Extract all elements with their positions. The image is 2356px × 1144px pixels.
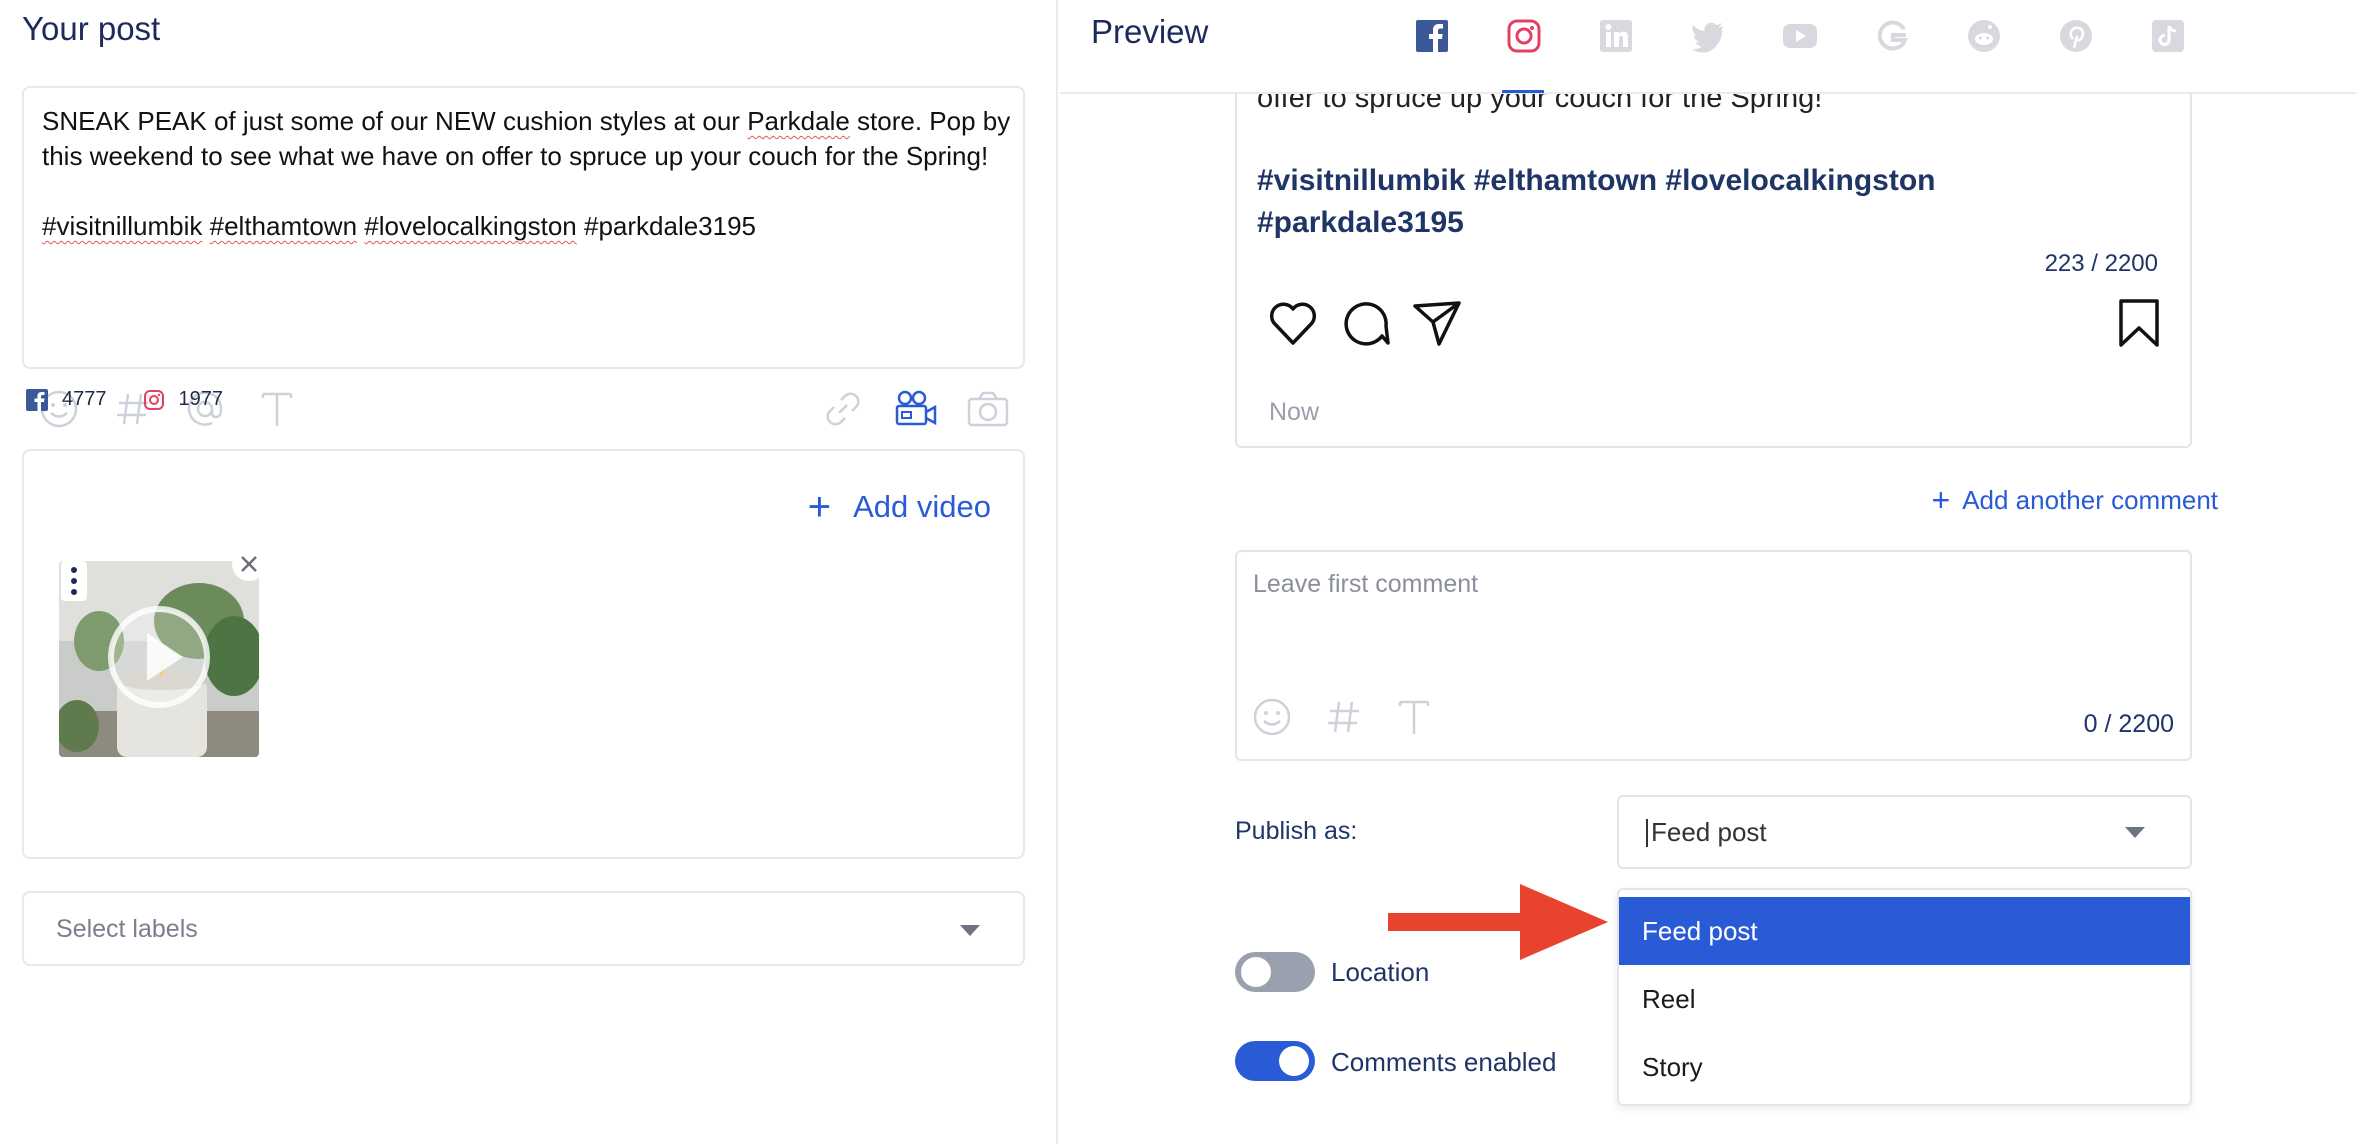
remove-video-button[interactable] — [232, 547, 266, 581]
google-icon[interactable] — [1874, 18, 1910, 54]
location-label: Location — [1331, 957, 1430, 987]
publish-as-value: Feed post — [1646, 817, 1767, 847]
more-vertical-icon — [71, 567, 77, 595]
hashtag: #visitnillumbik — [42, 211, 203, 241]
character-counts: 4777 1977 — [26, 388, 259, 411]
publish-option-story[interactable]: Story — [1619, 1033, 2190, 1101]
comment-icon — [1344, 302, 1390, 346]
panel-title: Your post — [22, 10, 161, 47]
publish-option-feed-post[interactable]: Feed post — [1619, 897, 2190, 965]
post-text[interactable]: SNEAK PEAK of just some of our NEW cushi… — [42, 104, 1012, 244]
text-format-icon[interactable] — [1393, 696, 1435, 738]
chevron-down-icon — [2125, 827, 2145, 838]
labels-select[interactable]: Select labels — [22, 891, 1025, 966]
comments-enabled-label: Comments enabled — [1331, 1047, 1557, 1077]
instagram-icon — [143, 389, 164, 410]
add-video-button[interactable]: + Add video — [808, 487, 991, 527]
youtube-icon[interactable] — [1782, 18, 1818, 54]
instagram-count: 1977 — [178, 388, 224, 410]
plus-icon: + — [1931, 482, 1951, 518]
add-another-comment-button[interactable]: + Add another comment — [1932, 484, 2219, 516]
bookmark-icon — [2119, 299, 2159, 347]
camera-icon[interactable] — [966, 388, 1010, 430]
tiktok-icon[interactable] — [2150, 18, 2186, 54]
thumbnail-menu-button[interactable] — [61, 561, 87, 601]
emoji-icon[interactable] — [1251, 696, 1293, 738]
instagram-post-preview: offer to spruce up your couch for the Sp… — [1235, 40, 2192, 448]
facebook-count: 4777 — [62, 388, 107, 410]
comments-enabled-toggle[interactable] — [1235, 1041, 1315, 1081]
post-timestamp: Now — [1269, 398, 1320, 426]
preview-header: Preview — [1060, 0, 2356, 94]
post-editor-panel: Your post SNEAK PEAK of just some of our… — [0, 0, 1058, 1144]
first-comment-input[interactable]: Leave first comment 0 / 2200 — [1235, 550, 2192, 761]
post-text-editor[interactable]: SNEAK PEAK of just some of our NEW cushi… — [22, 86, 1025, 428]
labels-placeholder: Select labels — [56, 915, 198, 943]
publish-option-reel[interactable]: Reel — [1619, 965, 2190, 1033]
preview-char-count: 223 / 2200 — [2044, 250, 2158, 277]
facebook-icon[interactable] — [1414, 18, 1450, 54]
hashtag: #lovelocalkingston — [364, 211, 577, 241]
hashtag-icon[interactable] — [1323, 696, 1365, 738]
toggle-knob — [1241, 957, 1271, 987]
linkedin-icon[interactable] — [1598, 18, 1634, 54]
preview-panel: offer to spruce up your couch for the Sp… — [1060, 0, 2356, 1144]
link-icon[interactable] — [822, 388, 864, 430]
plus-icon: + — [807, 485, 832, 529]
instagram-icon[interactable] — [1506, 18, 1542, 54]
comment-placeholder: Leave first comment — [1253, 570, 1479, 598]
heart-icon — [1269, 302, 1317, 345]
location-toggle[interactable] — [1235, 952, 1315, 992]
hashtag: #elthamtown — [209, 211, 358, 241]
comment-char-count: 0 / 2200 — [2083, 710, 2174, 738]
active-network-indicator — [1502, 90, 1544, 93]
red-arrow-annotation — [1388, 884, 1608, 960]
close-icon — [241, 556, 257, 572]
publish-as-dropdown: Feed post Reel Story — [1617, 888, 2192, 1106]
chevron-down-icon — [960, 925, 980, 936]
facebook-icon — [26, 388, 48, 411]
share-icon — [1413, 301, 1461, 346]
media-area: + Add video — [22, 449, 1025, 859]
publish-as-select[interactable]: Feed post — [1617, 795, 2192, 869]
preview-hashtags: #visitnillumbik #elthamtown #lovelocalki… — [1257, 164, 1936, 239]
video-thumbnail[interactable] — [59, 561, 259, 757]
hashtag: #parkdale3195 — [583, 211, 757, 241]
video-camera-icon[interactable] — [894, 388, 938, 430]
preview-title: Preview — [1091, 13, 1209, 50]
video-thumbnail-image — [59, 561, 259, 757]
twitter-icon[interactable] — [1690, 18, 1726, 54]
text-format-icon[interactable] — [256, 388, 298, 430]
pinterest-icon[interactable] — [2058, 18, 2094, 54]
publish-as-label: Publish as: — [1235, 817, 1358, 845]
reddit-icon[interactable] — [1966, 18, 2002, 54]
toggle-knob — [1279, 1046, 1309, 1076]
